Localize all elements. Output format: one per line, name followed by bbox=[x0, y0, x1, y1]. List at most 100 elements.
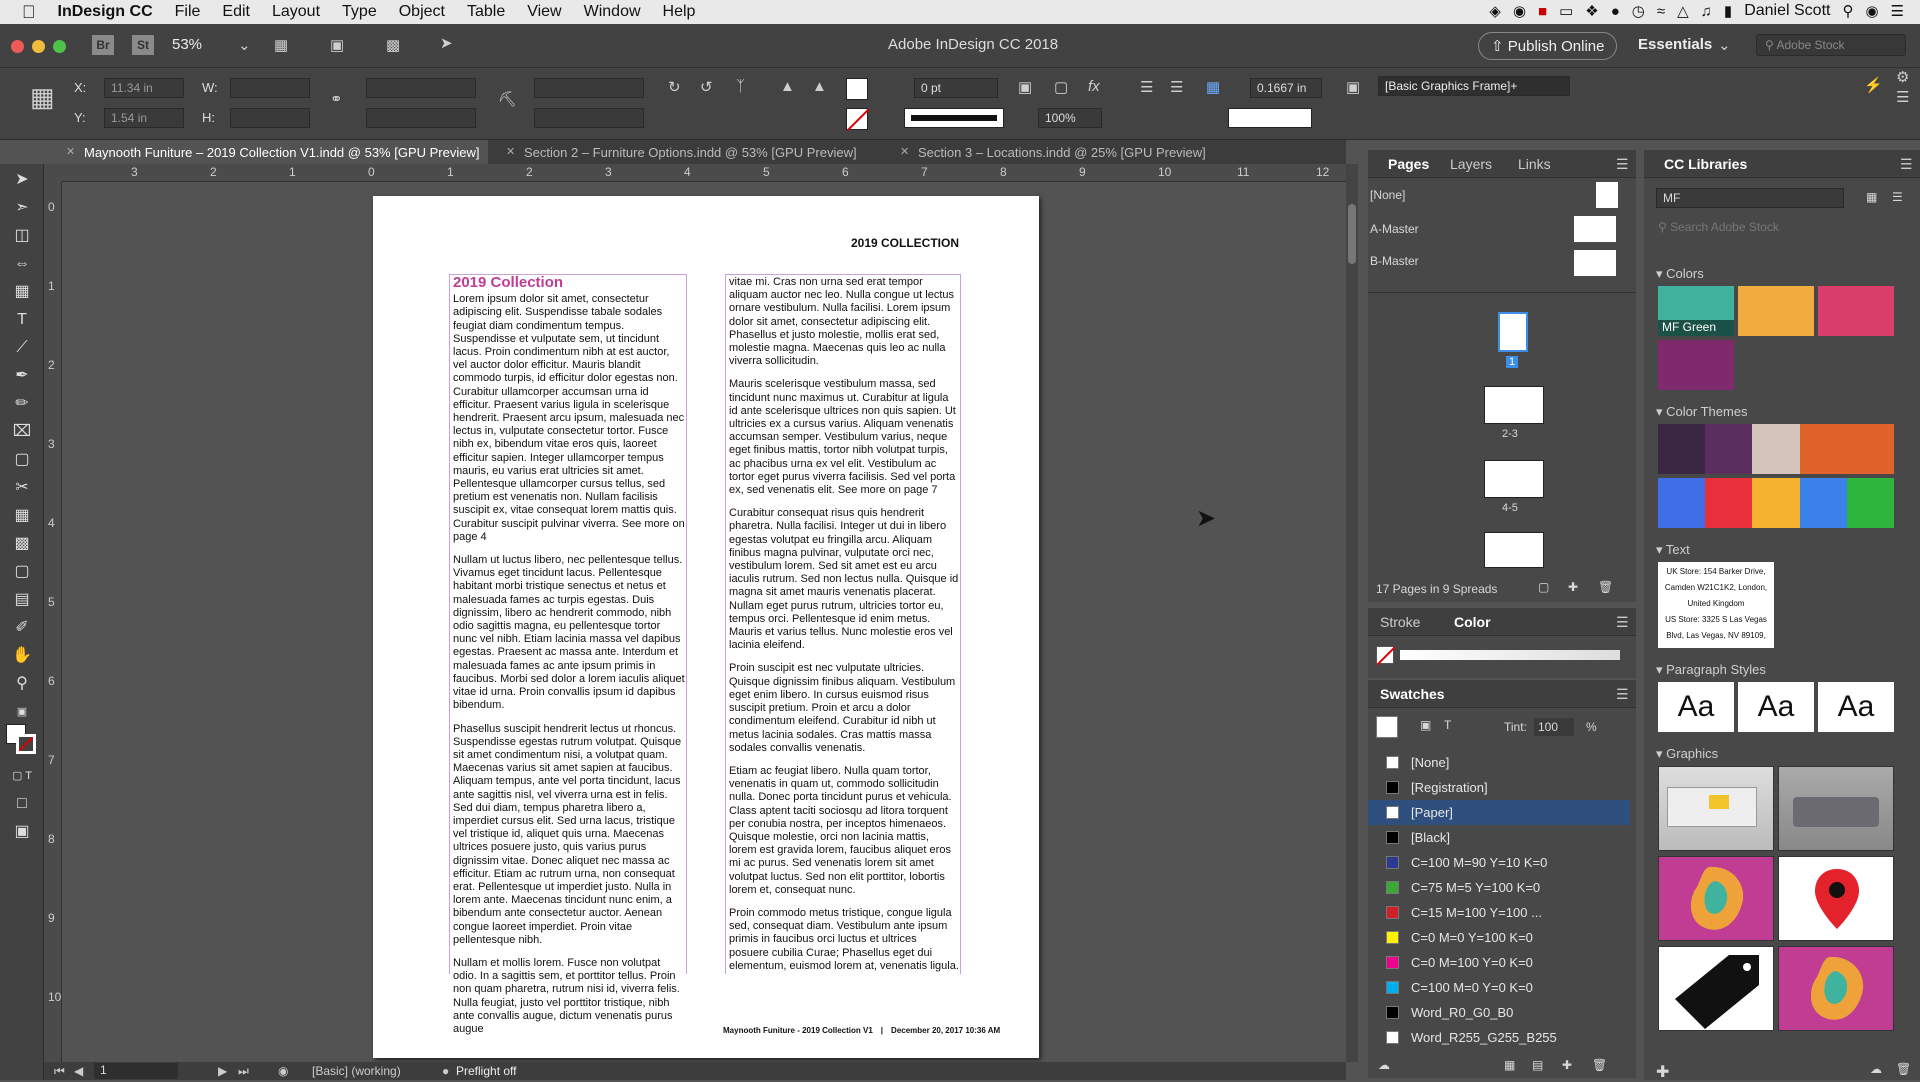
gradient-tool-icon[interactable]: ▩ bbox=[10, 532, 34, 556]
scale-x-field[interactable] bbox=[366, 78, 476, 98]
master-a[interactable]: A-Master bbox=[1370, 222, 1419, 236]
swatch-item-selected[interactable]: [Paper] bbox=[1368, 800, 1630, 825]
airplay-icon[interactable]: △ bbox=[1677, 2, 1689, 20]
paragraph-style-2[interactable]: Aa bbox=[1738, 682, 1814, 732]
text-icon[interactable]: T bbox=[1444, 718, 1451, 732]
swatch-fill-box[interactable] bbox=[1376, 716, 1398, 738]
scale-y-field[interactable] bbox=[366, 108, 476, 128]
frame-preview[interactable] bbox=[1228, 108, 1312, 128]
rectangle-tool-icon[interactable]: ▢ bbox=[10, 448, 34, 472]
panel-menu-icon[interactable]: ☰ bbox=[1900, 156, 1913, 173]
dropbox-icon[interactable]: ◈ bbox=[1489, 2, 1501, 20]
rotation-field[interactable] bbox=[534, 78, 644, 98]
screen-icon[interactable]: ▭ bbox=[1559, 2, 1573, 20]
add-content-icon[interactable]: ✚ bbox=[1656, 1062, 1669, 1082]
color-theme-2[interactable] bbox=[1658, 478, 1895, 528]
gear-icon[interactable]: ⚙ bbox=[1896, 68, 1909, 86]
constrain-scale-icon[interactable]: ⛏ bbox=[498, 90, 517, 108]
close-window-button[interactable] bbox=[11, 40, 24, 53]
color-theme-1[interactable] bbox=[1658, 424, 1895, 474]
height-field[interactable] bbox=[230, 108, 310, 128]
menu-edit[interactable]: Edit bbox=[222, 3, 250, 21]
gap-field[interactable]: 0.1667 in bbox=[1250, 78, 1322, 98]
fit-frame-icon[interactable]: ▣ bbox=[1018, 78, 1032, 96]
x-field[interactable]: 11.34 in bbox=[104, 78, 184, 98]
library-color-orange[interactable] bbox=[1738, 286, 1814, 336]
graphic-uk-map[interactable] bbox=[1658, 856, 1774, 941]
swatch-item[interactable]: C=0 M=100 Y=0 K=0 bbox=[1368, 950, 1630, 975]
graphic-location-pin[interactable] bbox=[1778, 856, 1894, 941]
page-thumb-1[interactable] bbox=[1498, 312, 1528, 352]
text-frame-icon[interactable]: ▦ bbox=[1206, 78, 1220, 96]
close-tab-icon[interactable]: ✕ bbox=[66, 145, 75, 158]
menu-object[interactable]: Object bbox=[399, 3, 445, 21]
graphic-price-tag[interactable] bbox=[1658, 946, 1774, 1031]
new-color-group-icon[interactable]: ▤ bbox=[1532, 1058, 1543, 1072]
menu-view[interactable]: View bbox=[527, 3, 561, 21]
gap-tool-icon[interactable]: ⇔ bbox=[10, 252, 34, 276]
paragraph-style-3[interactable]: Aa bbox=[1818, 682, 1894, 732]
close-tab-icon[interactable]: ✕ bbox=[900, 145, 909, 158]
next-page-icon[interactable]: ▶ bbox=[218, 1064, 227, 1078]
library-color-purple[interactable] bbox=[1658, 340, 1734, 390]
lightning-icon[interactable]: ⚡ bbox=[1864, 76, 1883, 94]
list-view-icon[interactable]: ☰ bbox=[1892, 190, 1903, 204]
menu-layout[interactable]: Layout bbox=[272, 3, 320, 21]
wifi-icon[interactable]: ≈ bbox=[1657, 3, 1665, 20]
note-tool-icon[interactable]: ▤ bbox=[10, 588, 34, 612]
tab-stroke[interactable]: Stroke bbox=[1380, 614, 1420, 630]
rectangle-frame-tool-icon[interactable]: ⌧ bbox=[10, 420, 34, 444]
slack-icon[interactable]: ❖ bbox=[1585, 2, 1598, 20]
swatch-item[interactable]: [None] bbox=[1368, 750, 1630, 775]
swatch-item[interactable]: Word_R255_G255_B255 bbox=[1368, 1025, 1630, 1050]
type-tool-icon[interactable]: T bbox=[10, 308, 34, 332]
bridge-button[interactable]: Br bbox=[92, 35, 114, 55]
working-style[interactable]: [Basic] (working) bbox=[312, 1064, 401, 1078]
master-b[interactable]: B-Master bbox=[1370, 254, 1419, 268]
master-b-thumb[interactable] bbox=[1574, 250, 1616, 276]
tab-color[interactable]: Color bbox=[1454, 614, 1491, 630]
document-page[interactable]: 2019 COLLECTION 2019 Collection Lorem ip… bbox=[373, 196, 1039, 1058]
tab-pages[interactable]: Pages bbox=[1388, 156, 1429, 172]
free-transform-tool-icon[interactable]: ▦ bbox=[10, 504, 34, 528]
flip-icon[interactable]: ᛉ bbox=[736, 78, 745, 95]
menu-file[interactable]: File bbox=[175, 3, 201, 21]
screen-mode-icon[interactable]: ▣ bbox=[330, 36, 344, 54]
panel-menu-icon[interactable]: ☰ bbox=[1616, 156, 1629, 173]
workspace-switcher[interactable]: Essentials bbox=[1638, 36, 1712, 53]
swatch-item[interactable]: [Registration] bbox=[1368, 775, 1630, 800]
adobe-stock-search[interactable]: ⚲ Adobe Stock bbox=[1756, 34, 1906, 56]
workspace-chevron-icon[interactable]: ⌄ bbox=[1718, 36, 1731, 54]
gradient-feather-tool-icon[interactable]: ▢ bbox=[10, 560, 34, 584]
constrain-proportions-icon[interactable]: ⚭ bbox=[330, 90, 343, 108]
ruler-origin[interactable] bbox=[44, 164, 62, 182]
color-themes-section-title[interactable]: ▾ Color Themes bbox=[1656, 404, 1748, 420]
menu-type[interactable]: Type bbox=[342, 3, 377, 21]
width-field[interactable] bbox=[230, 78, 310, 98]
page-number-field[interactable]: 1 bbox=[94, 1063, 178, 1079]
reference-point-icon[interactable]: ▦ bbox=[30, 82, 55, 113]
object-style-select[interactable]: [Basic Graphics Frame]+ bbox=[1378, 76, 1570, 96]
delete-page-icon[interactable]: 🗑 bbox=[1598, 580, 1613, 594]
swatch-item[interactable]: C=15 M=100 Y=100 ... bbox=[1368, 900, 1630, 925]
stroke-swatch[interactable] bbox=[846, 108, 870, 132]
stroke-type-select[interactable] bbox=[904, 108, 1004, 128]
swatch-item[interactable]: C=75 M=5 Y=100 K=0 bbox=[1368, 875, 1630, 900]
close-tab-icon[interactable]: ✕ bbox=[506, 145, 515, 158]
preflight-status[interactable]: Preflight off bbox=[456, 1064, 516, 1078]
graphic-uk-map-2[interactable] bbox=[1778, 946, 1894, 1031]
zoom-window-button[interactable] bbox=[53, 40, 66, 53]
apply-color-icon[interactable]: □ bbox=[10, 792, 34, 816]
notification-icon[interactable]: ☰ bbox=[1891, 2, 1904, 20]
chevron-down-icon[interactable]: ⌄ bbox=[238, 36, 251, 54]
align-center-icon[interactable]: ☰ bbox=[1170, 78, 1183, 96]
adobe-icon[interactable]: ■ bbox=[1538, 3, 1547, 20]
tab-maynooth-collection[interactable]: ✕ Maynooth Funiture – 2019 Collection V1… bbox=[56, 140, 488, 164]
zoom-tool-icon[interactable]: ⚲ bbox=[10, 672, 34, 696]
swatch-item[interactable]: C=100 M=90 Y=10 K=0 bbox=[1368, 850, 1630, 875]
tab-links[interactable]: Links bbox=[1518, 156, 1551, 172]
color-ramp[interactable] bbox=[1400, 650, 1620, 660]
graphics-section-title[interactable]: ▾ Graphics bbox=[1656, 746, 1718, 762]
swatch-item[interactable]: Word_R0_G0_B0 bbox=[1368, 1000, 1630, 1025]
default-colors-icon[interactable]: ▣ bbox=[10, 700, 34, 724]
